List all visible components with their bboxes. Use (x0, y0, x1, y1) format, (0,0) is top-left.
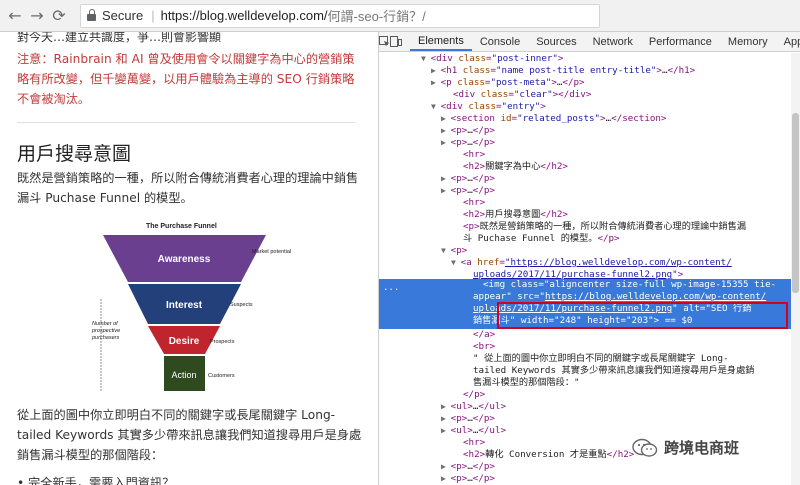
article-page: 對今天…建立共識度，爭…則會影響顯 注意：Rainbrain 和 AI 曾及使用… (0, 32, 378, 485)
section-heading: 用戶搜尋意圖 (17, 143, 132, 165)
funnel-graphic: Awareness Interest Desire Action Market … (100, 235, 291, 391)
expand-triangle-icon[interactable]: ▶ (441, 462, 451, 471)
devtools-panel: Elements Console Sources Network Perform… (379, 32, 800, 485)
dom-node-line[interactable]: ▶ <p>…</p> (379, 473, 791, 485)
expand-triangle-icon[interactable]: ▶ (431, 66, 441, 75)
dom-node-line[interactable]: ▶ <p>…</p> (379, 125, 791, 137)
right-label-market: Market potential (252, 249, 291, 255)
tab-console[interactable]: Console (472, 32, 528, 51)
dom-node-line[interactable]: ▶ <ul>…</ul> (379, 401, 791, 413)
dom-node-line[interactable]: </a> (379, 329, 791, 341)
url-path: 何謂-seo-行銷？/ (327, 9, 426, 24)
divider (17, 122, 355, 123)
collapse-triangle-icon[interactable]: ▼ (421, 54, 431, 63)
watermark-text: 跨境电商班 (664, 439, 740, 457)
dom-node-line[interactable]: <div class="clear"></div> (379, 89, 791, 101)
dom-node-line[interactable]: 斗 Puchase Funnel 的模型。</p> (379, 233, 791, 245)
expand-triangle-icon[interactable]: ▶ (441, 114, 451, 123)
dom-node-line[interactable]: ▶ <p>…</p> (379, 137, 791, 149)
dom-node-line[interactable]: ▶ <p>…</p> (379, 413, 791, 425)
stage-label-desire: Desire (169, 336, 200, 347)
dom-node-line[interactable]: 售漏斗模型的那個階段：" (379, 377, 791, 389)
scrollbar-thumb[interactable] (792, 113, 799, 293)
stage-label-awareness: Awareness (158, 254, 211, 265)
stage-label-action: Action (171, 370, 196, 380)
tab-network[interactable]: Network (585, 32, 641, 51)
dom-node-line[interactable]: ▼ <a href="https://blog.welldevelop.com/… (379, 257, 791, 269)
purchase-funnel-image[interactable]: The Purchase Funnel Awareness Interest D… (90, 217, 300, 417)
dom-node-line[interactable]: <hr> (379, 149, 791, 161)
right-label-suspects: Suspects (230, 302, 253, 308)
clipped-text: 對今天…建立共識度，爭…則會影響顯 (17, 32, 222, 44)
tab-performance[interactable]: Performance (641, 32, 720, 51)
dom-node-line[interactable]: " 從上面的圖中你立即明白不同的關鍵字或長尾關鍵字 Long- (379, 353, 791, 365)
expand-triangle-icon[interactable]: ▶ (441, 402, 451, 411)
address-separator: | (151, 8, 155, 23)
inspect-element-icon[interactable] (379, 32, 390, 51)
tab-sources[interactable]: Sources (528, 32, 584, 51)
note-paragraph: 注意：Rainbrain 和 AI 曾及使用會令以關鍵字為中心的營銷策略有所改變… (17, 52, 355, 106)
dom-node-line[interactable]: </p> (379, 389, 791, 401)
reload-button[interactable]: ⟳ (48, 5, 70, 27)
tab-memory[interactable]: Memory (720, 32, 776, 51)
dom-node-line[interactable]: <br> (379, 341, 791, 353)
dom-node-line[interactable]: ▶ <ul>…</ul> (379, 425, 791, 437)
right-label-prospects: Prospects (210, 339, 235, 345)
url-host: https://blog.welldevelop.com/ (160, 8, 328, 23)
expand-triangle-icon[interactable]: ▶ (441, 138, 451, 147)
body-paragraph: 從上面的圖中你立即明白不同的關鍵字或長尾關鍵字 Long-tailed Keyw… (17, 408, 362, 462)
dom-node-line[interactable]: ▶ <h1 class="name post-title entry-title… (379, 65, 791, 77)
left-axis-label: Number of prospective purchasers (92, 321, 121, 341)
expand-triangle-icon[interactable]: ▶ (431, 78, 441, 87)
dom-node-line[interactable]: ▶ <section id="related_posts">…</section… (379, 113, 791, 125)
stage-label-interest: Interest (166, 300, 203, 311)
device-toolbar-icon[interactable] (390, 32, 402, 51)
expand-triangle-icon[interactable]: ▶ (441, 414, 451, 423)
annotation-highlight-box (497, 302, 788, 329)
tab-application[interactable]: Applicat (776, 32, 800, 51)
devtools-scrollbar[interactable] (791, 53, 800, 485)
secure-label: Secure (102, 8, 144, 23)
lock-icon (87, 9, 96, 21)
right-label-customers: Customers (208, 373, 235, 379)
intro-paragraph: 既然是營銷策略的一種，所以附合傳統消費者心理的理論中銷售漏斗 Puchase F… (17, 171, 359, 205)
wechat-icon (632, 438, 658, 457)
dom-node-line[interactable]: tailed Keywords 其實多少帶來訊息讓我們知道搜尋用戶是身處銷 (379, 365, 791, 377)
dom-node-line[interactable]: ▼ <p> (379, 245, 791, 257)
dom-node-line[interactable]: ▼ <div class="entry"> (379, 101, 791, 113)
list-item: • 完全新手，需要入門資訊？ (17, 476, 175, 485)
expand-triangle-icon[interactable]: ▶ (441, 126, 451, 135)
expand-triangle-icon[interactable]: ▶ (441, 474, 451, 483)
address-bar[interactable]: Secure | https://blog.welldevelop.com/ 何… (80, 3, 600, 28)
devtools-tabbar: Elements Console Sources Network Perform… (379, 32, 800, 52)
browser-toolbar: ← → ⟳ Secure | https://blog.welldevelop.… (0, 0, 800, 32)
expand-triangle-icon[interactable]: ▶ (441, 426, 451, 435)
dom-node-line[interactable]: ▶ <p>…</p> (379, 461, 791, 473)
tab-elements[interactable]: Elements (410, 32, 472, 51)
dom-node-line[interactable]: <h2>用戶搜尋意圖</h2> (379, 209, 791, 221)
watermark: 跨境电商班 (632, 437, 739, 458)
dom-node-line[interactable]: ▶ <p class="post-meta">…</p> (379, 77, 791, 89)
dom-node-line[interactable]: <h2>關鍵字為中心</h2> (379, 161, 791, 173)
back-button[interactable]: ← (4, 5, 26, 27)
dom-tree[interactable]: ... <img class="aligncenter size-full wp… (379, 53, 791, 485)
collapse-triangle-icon[interactable]: ▼ (441, 246, 451, 255)
dom-node-line[interactable]: ▶ <p>…</p> (379, 173, 791, 185)
dom-node-line[interactable]: <hr> (379, 197, 791, 209)
expand-triangle-icon[interactable]: ▶ (441, 174, 451, 183)
collapse-triangle-icon[interactable]: ▼ (451, 258, 461, 267)
forward-button[interactable]: → (26, 5, 48, 27)
expand-triangle-icon[interactable]: ▶ (441, 186, 451, 195)
dom-node-line[interactable]: ▶ <p>…</p> (379, 185, 791, 197)
dom-node-line[interactable]: <p>既然是營銷策略的一種，所以附合傳統消費者心理的理論中銷售漏 (379, 221, 791, 233)
dom-node-line[interactable]: ▼ <div class="post-inner"> (379, 53, 791, 65)
dom-node-line[interactable]: uploads/2017/11/purchase-funnel2.png"> (379, 269, 791, 281)
collapse-triangle-icon[interactable]: ▼ (431, 102, 441, 111)
